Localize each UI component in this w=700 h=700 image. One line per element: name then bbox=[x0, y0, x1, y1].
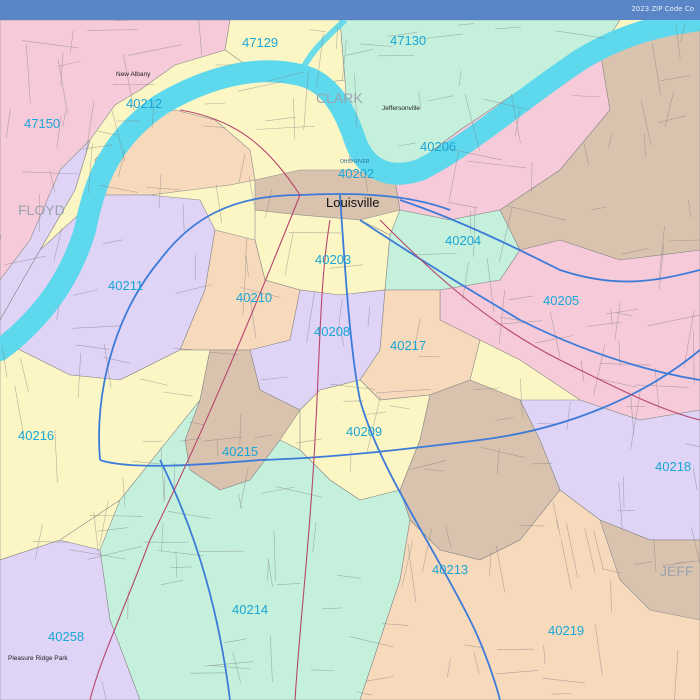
zip-label-40205: 40205 bbox=[543, 293, 579, 308]
zip-label-40212: 40212 bbox=[126, 96, 162, 111]
zip-label-40204: 40204 bbox=[445, 233, 481, 248]
place-jeffersonville: Jeffersonville bbox=[382, 105, 420, 112]
place-pleasure-ridge-park: Pleasure Ridge Park bbox=[8, 655, 68, 662]
zip-label-40202: 40202 bbox=[338, 166, 374, 181]
zip-label-40208: 40208 bbox=[314, 324, 350, 339]
county-label-clark: CLARK bbox=[316, 90, 363, 106]
zip-label-40214: 40214 bbox=[232, 602, 268, 617]
zip-label-40258: 40258 bbox=[48, 629, 84, 644]
title-bar: 2023 ZIP Code Co bbox=[0, 0, 700, 20]
zip-label-40213: 40213 bbox=[432, 562, 468, 577]
county-label-jefferson: JEFF bbox=[660, 563, 693, 579]
zip-label-47130: 47130 bbox=[390, 33, 426, 48]
zip-label-40219: 40219 bbox=[548, 623, 584, 638]
zip-label-40216: 40216 bbox=[18, 428, 54, 443]
river-label: OHIO RIVER bbox=[340, 159, 370, 165]
zip-label-47150: 47150 bbox=[24, 116, 60, 131]
place-new-albany: New Albany bbox=[116, 71, 151, 78]
zip-label-40215: 40215 bbox=[222, 444, 258, 459]
zip-code-map[interactable]: 47129 47130 40212 47150 40206 40202 4020… bbox=[0, 20, 700, 700]
map-title: 2023 ZIP Code Co bbox=[631, 5, 694, 13]
county-label-floyd: FLOYD bbox=[18, 202, 65, 218]
zip-label-47129: 47129 bbox=[242, 35, 278, 50]
zip-label-40217: 40217 bbox=[390, 338, 426, 353]
city-label-louisville: Louisville bbox=[326, 195, 379, 210]
zip-label-40210: 40210 bbox=[236, 290, 272, 305]
zip-label-40211: 40211 bbox=[108, 278, 143, 293]
zip-label-40203: 40203 bbox=[315, 252, 351, 267]
zip-label-40218: 40218 bbox=[655, 459, 691, 474]
zip-label-40206: 40206 bbox=[420, 139, 456, 154]
map-area[interactable]: 47129 47130 40212 47150 40206 40202 4020… bbox=[0, 20, 700, 700]
zip-label-40209: 40209 bbox=[346, 424, 382, 439]
